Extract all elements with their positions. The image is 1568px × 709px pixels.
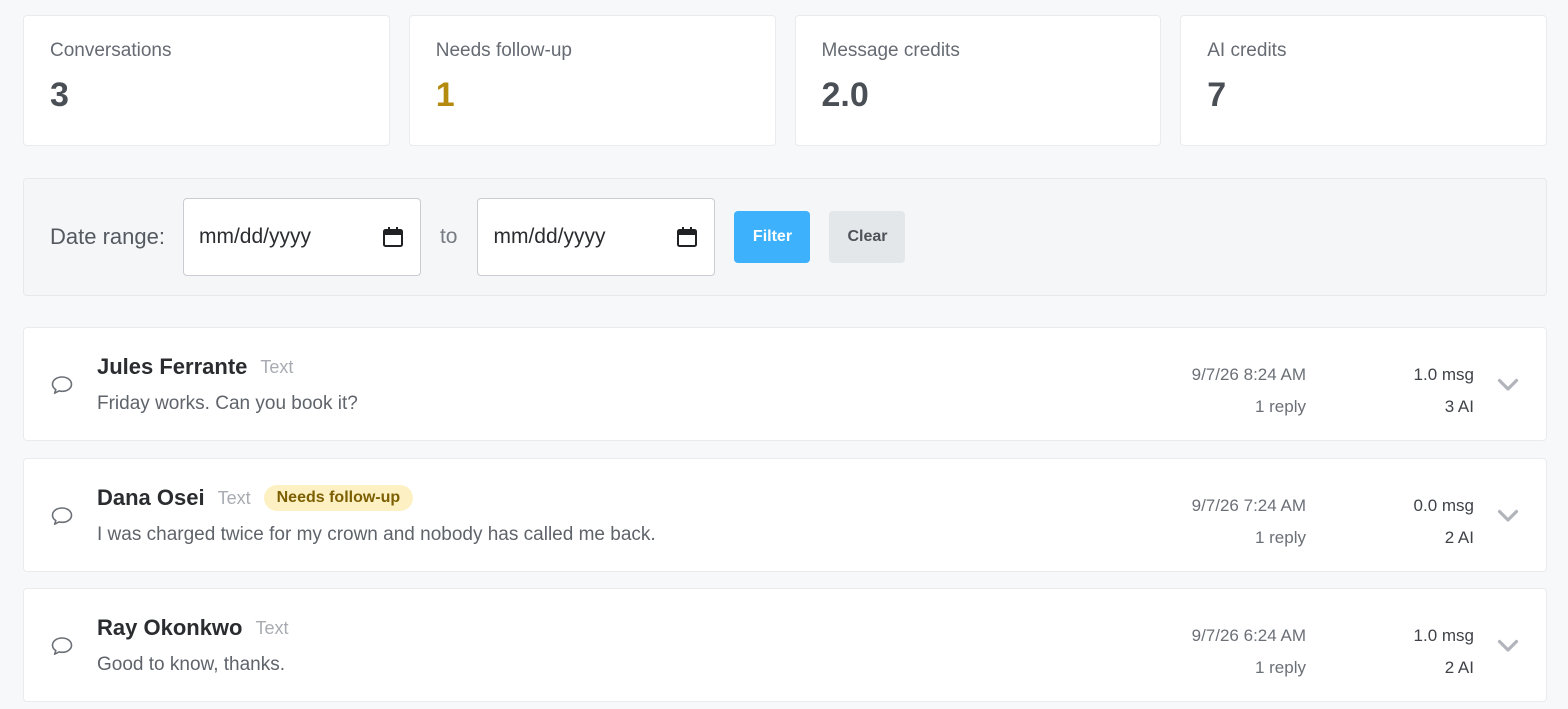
stat-label: Conversations <box>50 40 172 61</box>
end-date-input[interactable]: mm/dd/yyyy <box>477 198 716 276</box>
calendar-icon[interactable] <box>382 226 404 248</box>
contact-name: Jules Ferrante <box>97 354 248 379</box>
message-preview: I was charged twice for my crown and nob… <box>97 524 656 545</box>
stat-value: 2.0 <box>821 76 869 114</box>
conversation-credits: 1.0 msg 3 AI <box>1414 359 1474 423</box>
ai-credits: 3 AI <box>1444 397 1474 416</box>
channel-label: Text <box>217 487 251 508</box>
filter-button[interactable]: Filter <box>734 211 811 263</box>
reply-count: 1 reply <box>1254 397 1306 416</box>
conversation-timing: 9/7/26 7:24 AM 1 reply <box>1192 490 1306 554</box>
conversation-credits: 0.0 msg 2 AI <box>1414 490 1474 554</box>
message-credits: 1.0 msg <box>1413 626 1474 645</box>
message-credits: 0.0 msg <box>1413 496 1474 515</box>
conversation-credits: 1.0 msg 2 AI <box>1414 620 1474 684</box>
timestamp: 9/7/26 7:24 AM <box>1191 496 1306 515</box>
stat-card-needs-follow-up: Needs follow-up 1 <box>408 15 776 146</box>
needs-follow-up-badge: Needs follow-up <box>263 485 414 511</box>
chat-bubble-icon <box>51 507 73 525</box>
stat-card-message-credits: Message credits 2.0 <box>794 15 1162 146</box>
date-range-label: Date range: <box>50 224 165 249</box>
calendar-icon[interactable] <box>676 226 698 248</box>
chat-bubble-icon <box>51 376 73 394</box>
timestamp: 9/7/26 8:24 AM <box>1191 365 1306 384</box>
clear-button[interactable]: Clear <box>829 211 906 263</box>
stat-label: AI credits <box>1207 40 1287 61</box>
message-credits: 1.0 msg <box>1413 365 1474 384</box>
chat-bubble-icon <box>51 637 73 655</box>
conversation-row[interactable]: Dana Osei Text Needs follow-up I was cha… <box>23 458 1547 572</box>
conversation-row[interactable]: Jules Ferrante Text Friday works. Can yo… <box>23 327 1547 441</box>
reply-count: 1 reply <box>1254 658 1306 677</box>
ai-credits: 2 AI <box>1444 658 1474 677</box>
conversation-header: Jules Ferrante Text <box>97 354 293 380</box>
ai-credits: 2 AI <box>1444 528 1474 547</box>
stat-value: 1 <box>435 76 455 114</box>
stat-label: Needs follow-up <box>435 40 572 61</box>
contact-name: Ray Okonkwo <box>97 615 243 640</box>
reply-count: 1 reply <box>1254 528 1306 547</box>
contact-name: Dana Osei <box>97 485 205 510</box>
message-preview: Friday works. Can you book it? <box>97 393 358 414</box>
stat-value: 7 <box>1207 76 1227 114</box>
end-date-placeholder: mm/dd/yyyy <box>493 225 606 248</box>
stat-card-ai-credits: AI credits 7 <box>1180 15 1547 146</box>
channel-label: Text <box>260 356 294 377</box>
chevron-down-icon[interactable] <box>1497 509 1519 523</box>
message-preview: Good to know, thanks. <box>97 654 286 675</box>
conversation-timing: 9/7/26 8:24 AM 1 reply <box>1192 359 1306 423</box>
stat-label: Message credits <box>821 40 960 61</box>
channel-label: Text <box>255 617 289 638</box>
conversation-header: Ray Okonkwo Text <box>97 615 289 641</box>
stat-card-conversations: Conversations 3 <box>23 15 390 146</box>
chevron-down-icon[interactable] <box>1497 639 1519 653</box>
conversation-timing: 9/7/26 6:24 AM 1 reply <box>1192 620 1306 684</box>
to-label: to <box>439 225 458 248</box>
conversations-page: Conversations 3 Needs follow-up 1 Messag… <box>0 0 1568 709</box>
stat-value: 3 <box>50 76 69 114</box>
date-filter-bar: Date range: mm/dd/yyyy to mm/dd/yyyy Fil… <box>23 178 1547 296</box>
start-date-placeholder: mm/dd/yyyy <box>198 225 311 248</box>
stats-row: Conversations 3 Needs follow-up 1 Messag… <box>23 15 1547 146</box>
chevron-down-icon[interactable] <box>1497 378 1519 392</box>
conversation-row[interactable]: Ray Okonkwo Text Good to know, thanks. 9… <box>23 588 1547 702</box>
start-date-input[interactable]: mm/dd/yyyy <box>182 198 421 276</box>
timestamp: 9/7/26 6:24 AM <box>1191 626 1306 645</box>
conversation-header: Dana Osei Text Needs follow-up <box>97 485 414 511</box>
